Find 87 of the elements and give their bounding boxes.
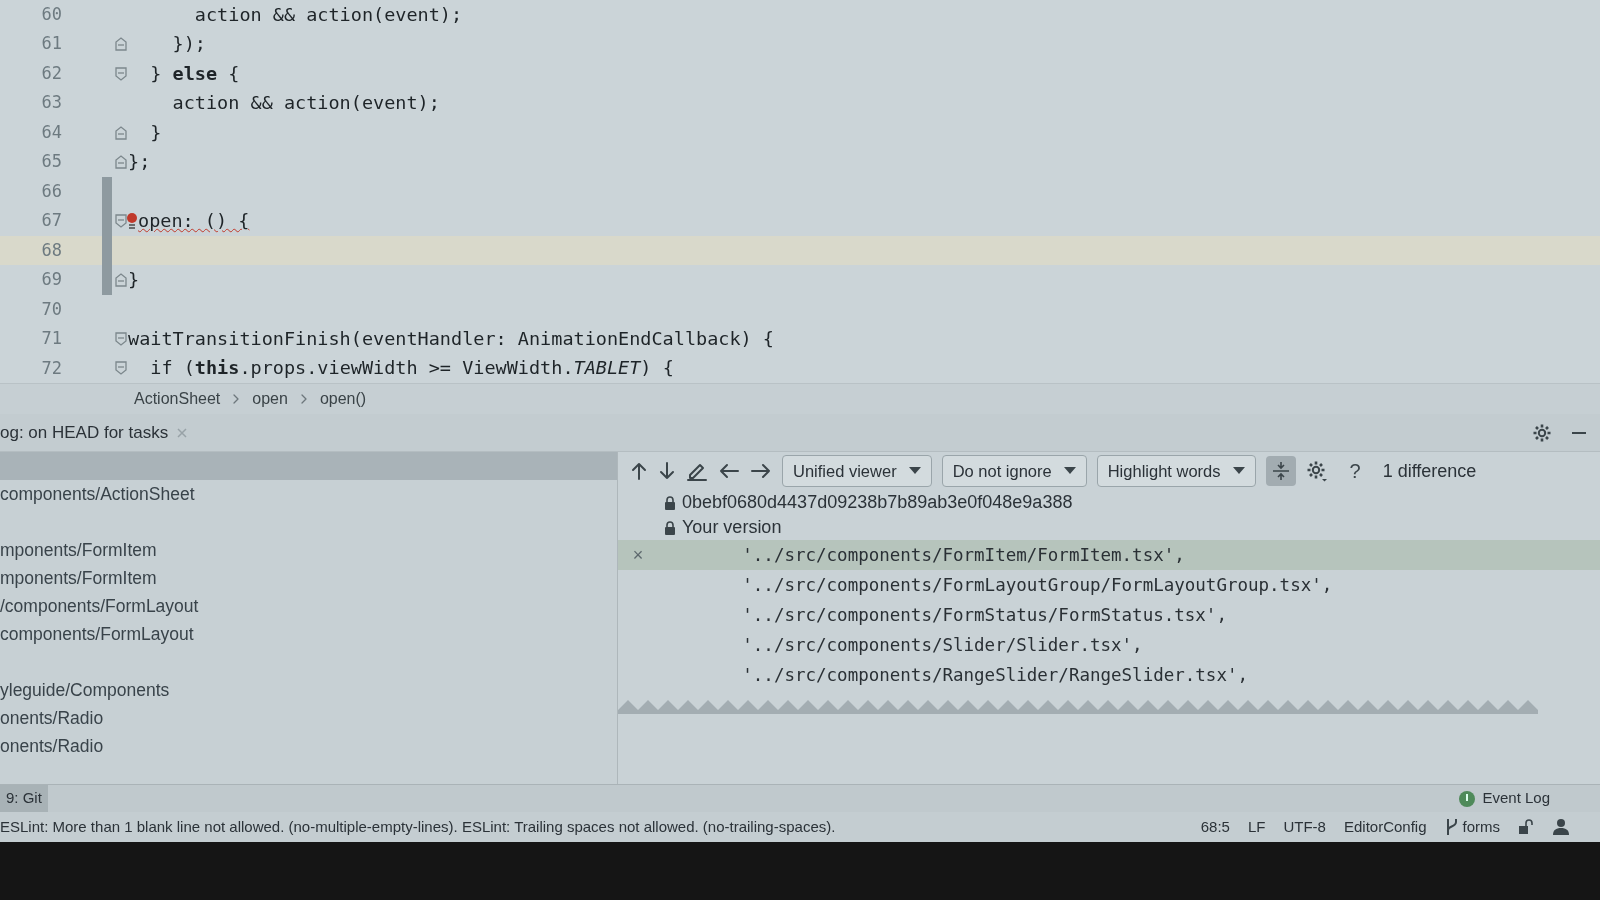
fold-marker-icon[interactable]	[114, 360, 128, 377]
collapse-icon	[1270, 461, 1291, 481]
file-path[interactable]: yleguide/Components	[0, 676, 617, 704]
lock-icon	[664, 494, 676, 511]
tab-title[interactable]: og: on HEAD for tasks	[0, 419, 169, 446]
up-arrow-icon[interactable]	[630, 461, 648, 481]
line-number: 60	[40, 3, 63, 26]
diff-code-line: '../src/components/RangeSlider/RangeSlider.tsx',	[741, 663, 1248, 687]
dropdown[interactable]: Highlight words	[1096, 454, 1256, 488]
breadcrumb-item[interactable]: open()	[319, 387, 367, 411]
diff-code-line: '../src/components/FormStatus/FormStatus.tsx',	[741, 603, 1227, 627]
dropdown[interactable]: Unified viewer	[782, 454, 932, 488]
revision-label: Your version	[682, 516, 782, 539]
status-item[interactable]: EditorConfig	[1343, 815, 1427, 839]
unlock-icon[interactable]	[1518, 819, 1534, 835]
line-number: 65	[40, 150, 63, 174]
code-line: }	[128, 268, 140, 293]
person-icon[interactable]	[1552, 818, 1570, 836]
event-log-button[interactable]: Event Log	[1482, 787, 1550, 810]
code-line: });	[171, 32, 206, 57]
fold-marker-icon[interactable]	[114, 154, 128, 171]
close-icon[interactable]	[176, 426, 189, 439]
line-number: 66	[40, 179, 63, 203]
breadcrumb-item[interactable]: ActionSheet	[134, 387, 221, 411]
error-bulb-icon[interactable]	[126, 212, 138, 230]
code-line: action && action(event);	[171, 91, 440, 116]
file-path[interactable]: /components/FormLayout	[0, 592, 617, 620]
file-path[interactable]: onents/Radio	[0, 704, 617, 732]
file-path[interactable]: components/ActionSheet	[0, 480, 617, 508]
line-number: 70	[40, 297, 63, 321]
line-number: 63	[40, 91, 63, 115]
breadcrumb-item[interactable]: open	[252, 387, 288, 411]
status-item[interactable]: LF	[1247, 815, 1266, 839]
revision-label: 0bebf0680d4437d09238b7b89ab3e0f048e9a388	[682, 491, 1073, 514]
left-arrow-icon[interactable]	[718, 462, 740, 480]
change-marker[interactable]	[102, 176, 112, 207]
line-number: 71	[40, 327, 63, 351]
notification-icon[interactable]	[1458, 789, 1477, 808]
line-number: 67	[40, 209, 63, 233]
code-line: };	[128, 150, 151, 175]
fold-marker-icon[interactable]	[114, 330, 128, 347]
settings-icon[interactable]	[1305, 460, 1328, 482]
code-line: open: () {	[138, 209, 250, 234]
diff-code-line: '../src/components/FormItem/FormItem.tsx',	[741, 543, 1185, 567]
code-line: }	[149, 120, 162, 145]
difference-count: 1 difference	[1382, 459, 1477, 483]
line-number: 68	[40, 238, 63, 262]
diff-code-line: '../src/components/FormLayoutGroup/FormLayoutGroup.tsx',	[741, 573, 1333, 597]
file-path[interactable]: mponents/FormItem	[0, 564, 617, 592]
line-number: 69	[40, 268, 63, 292]
line-number: 61	[40, 32, 63, 56]
fold-marker-icon[interactable]	[114, 65, 128, 82]
help-button[interactable]: ?	[1349, 456, 1361, 486]
fold-marker-icon[interactable]	[114, 36, 128, 53]
down-arrow-icon[interactable]	[658, 461, 676, 481]
line-number: 64	[40, 120, 63, 144]
code-line: if (this.props.viewWidth >= ViewWidth.TABLET) {	[149, 356, 674, 381]
branch-name[interactable]: forms	[1462, 815, 1500, 839]
file-path[interactable]: mponents/FormItem	[0, 536, 617, 564]
line-number: 62	[40, 61, 63, 85]
status-item[interactable]: UTF-8	[1283, 815, 1326, 839]
status-message[interactable]: ESLint: More than 1 blank line not allowed. (no-multiple-empty-lines). ESLint: Trailing spaces not allowed. (no-trailing-spaces).	[0, 815, 836, 839]
file-path[interactable]: components/FormLayout	[0, 620, 617, 648]
chevron-icon	[232, 393, 241, 405]
change-marker[interactable]	[102, 265, 112, 295]
fold-marker-icon[interactable]	[114, 213, 128, 229]
branch-icon[interactable]	[1444, 818, 1459, 836]
code-line: action && action(event);	[193, 2, 463, 27]
fold-marker-icon[interactable]	[114, 271, 128, 288]
caret-icon	[908, 467, 921, 475]
diff-code-line: '../src/components/Slider/Slider.tsx',	[741, 633, 1143, 657]
fold-marker-icon[interactable]	[114, 124, 128, 141]
caret-icon	[1232, 467, 1245, 475]
code-line: waitTransitionFinish(eventHandler: AnimationEndCallback) {	[128, 327, 774, 351]
line-number: 72	[40, 356, 63, 380]
code-line: } else {	[149, 61, 240, 86]
right-arrow-icon[interactable]	[750, 462, 772, 480]
dropdown[interactable]: Do not ignore	[941, 454, 1087, 488]
settings-icon[interactable]	[1532, 422, 1552, 443]
collapse-toggle[interactable]	[1265, 456, 1296, 486]
caret-icon	[1063, 467, 1076, 475]
pencil-icon[interactable]	[686, 461, 708, 481]
file-path[interactable]: onents/Radio	[0, 732, 617, 760]
tool-tab[interactable]: 9: Git	[0, 785, 48, 812]
chevron-icon	[299, 393, 308, 405]
lock-icon	[664, 519, 676, 536]
status-item[interactable]: 68:5	[1200, 815, 1230, 839]
